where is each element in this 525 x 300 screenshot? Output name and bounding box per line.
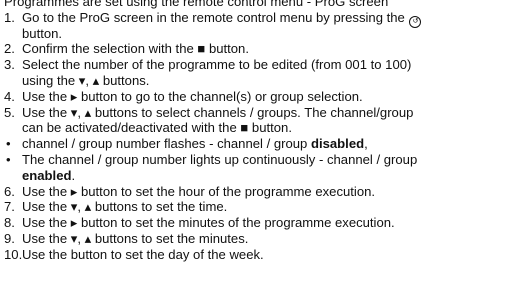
step-text: Confirm the selection with the ■ button. xyxy=(22,41,249,57)
step-5-continued: can be activated/deactivated with the ■ … xyxy=(0,120,525,136)
step-3-continued: using the ▾, ▴ buttons. xyxy=(0,73,525,89)
step-text: button. xyxy=(22,25,63,41)
step-text: Use the ▸ button to set the minutes of t… xyxy=(22,215,395,231)
step-number: 10. xyxy=(4,246,23,262)
step-number: 1. xyxy=(4,9,15,25)
step-text: Use the ▸ button to set the hour of the … xyxy=(22,183,376,199)
step-number: 2. xyxy=(4,41,15,57)
step-text: Use the button to set the day of the wee… xyxy=(22,246,264,262)
step-4: 4. Use the ▸ button to go to the channel… xyxy=(0,89,525,105)
bullet-text: The channel / group number lights up con… xyxy=(22,151,418,167)
step-2: 2. Confirm the selection with the ■ butt… xyxy=(0,41,525,57)
step-text: Use the ▾, ▴ buttons to set the time. xyxy=(22,199,228,215)
step-1-continued: button. xyxy=(0,26,525,42)
step-8: 8. Use the ▸ button to set the minutes o… xyxy=(0,215,525,231)
instruction-page: Programmes are set using the remote cont… xyxy=(0,0,525,263)
bullet-text: channel / group number flashes - channel… xyxy=(22,136,368,152)
step-number: 6. xyxy=(4,183,15,199)
step-text: Use the ▸ button to go to the channel(s)… xyxy=(22,88,363,104)
step-text: Use the ▾, ▴ buttons to set the minutes. xyxy=(22,230,249,246)
step-7: 7. Use the ▾, ▴ buttons to set the time. xyxy=(0,199,525,215)
step-1: 1. Go to the ProG screen in the remote c… xyxy=(0,9,525,28)
step-3: 3. Select the number of the programme to… xyxy=(0,57,525,73)
step-number: 9. xyxy=(4,230,15,246)
step-text: Select the number of the programme to be… xyxy=(22,57,412,73)
intro-line: Programmes are set using the remote cont… xyxy=(0,0,525,10)
step-number: 8. xyxy=(4,215,15,231)
step-text: Use the ▾, ▴ buttons to select channels … xyxy=(22,104,414,120)
step-5: 5. Use the ▾, ▴ buttons to select channe… xyxy=(0,105,525,121)
step-number: 5. xyxy=(4,104,15,120)
step-text: can be activated/deactivated with the ■ … xyxy=(22,120,292,136)
step-10: 10. Use the button to set the day of the… xyxy=(0,247,525,263)
intro-text: Programmes are set using the remote cont… xyxy=(4,0,389,9)
bullet-continued: enabled. xyxy=(0,168,525,184)
step-number: 4. xyxy=(4,88,15,104)
bullet-text: enabled. xyxy=(22,167,76,183)
step-9: 9. Use the ▾, ▴ buttons to set the minut… xyxy=(0,231,525,247)
step-6: 6. Use the ▸ button to set the hour of t… xyxy=(0,184,525,200)
step-text: using the ▾, ▴ buttons. xyxy=(22,72,150,88)
step-number: 3. xyxy=(4,57,15,73)
bullet-item: • The channel / group number lights up c… xyxy=(0,152,525,168)
step-number: 7. xyxy=(4,199,15,215)
bullet-item: • channel / group number flashes - chann… xyxy=(0,136,525,152)
